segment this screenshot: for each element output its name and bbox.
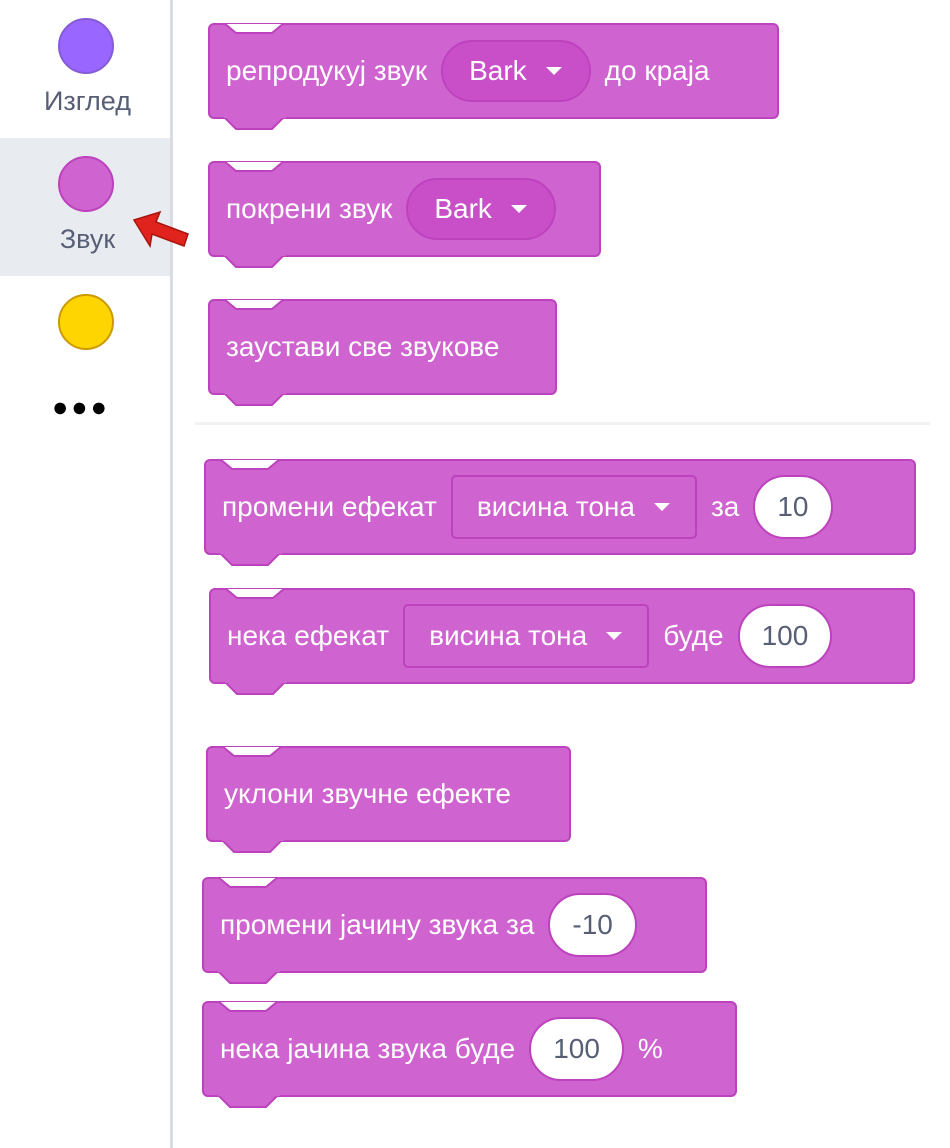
palette-divider [195, 422, 930, 425]
stop-all-sounds-block[interactable]: заустави све звукове [208, 299, 557, 406]
block-notch-bottom [224, 391, 287, 406]
block-text: промени ефекат [222, 491, 437, 522]
block-notch-top [218, 1001, 280, 1012]
block-text: до краја [604, 55, 710, 86]
looks-color-dot-icon [58, 18, 114, 74]
dropdown-caret-icon [606, 632, 623, 640]
block-text: буде [663, 620, 724, 651]
red-pointer-arrow-icon [132, 210, 189, 249]
more-categories-icon[interactable]: ●●● [52, 392, 110, 423]
block-notch-bottom [218, 969, 281, 984]
category-looks-label: Изглед [44, 86, 131, 116]
block-text: нека јачина звука буде [220, 1033, 516, 1064]
block-text: промени јачину звука за [220, 909, 535, 940]
block-notch-bottom [224, 115, 287, 130]
block-text: заустави све звукове [226, 331, 500, 362]
block-text: репродукуј звук [226, 55, 428, 86]
percent-sign: % [637, 1033, 663, 1064]
block-notch-top [218, 877, 280, 888]
category-sidebar: Изглед Звук ●●● [0, 0, 173, 1148]
effect-dropdown[interactable]: висина тона [450, 475, 697, 539]
block-notch-bottom [220, 551, 283, 566]
block-notch-top [224, 299, 286, 310]
block-notch-top [225, 588, 287, 599]
dropdown-caret-icon [545, 67, 562, 75]
set-volume-block[interactable]: нека јачина звука буде 100 % [202, 1001, 737, 1108]
dropdown-caret-icon [510, 205, 527, 213]
effect-dropdown-value: висина тона [429, 620, 588, 651]
change-effect-block[interactable]: промени ефекат висина тона за 10 [204, 459, 916, 566]
block-notch-top [222, 746, 284, 757]
block-text: нека ефекат [227, 620, 390, 651]
effect-dropdown-value: висина тона [476, 491, 635, 522]
block-text: покрени звук [226, 193, 393, 224]
block-text: за [710, 491, 740, 522]
play-sound-until-done-block[interactable]: репродукуј звук Bark до краја [208, 23, 779, 130]
block-notch-top [224, 161, 286, 172]
sound-dropdown[interactable]: Bark [406, 178, 556, 240]
effect-set-input[interactable]: 100 [737, 604, 833, 668]
clear-sound-effects-block[interactable]: уклони звучне ефекте [206, 746, 571, 853]
block-text: уклони звучне ефекте [224, 778, 511, 809]
change-volume-block[interactable]: промени јачину звука за -10 [202, 877, 707, 984]
volume-change-input[interactable]: -10 [548, 893, 637, 957]
set-effect-block[interactable]: нека ефекат висина тона буде 100 [209, 588, 915, 695]
volume-set-input[interactable]: 100 [529, 1017, 624, 1081]
block-notch-top [220, 459, 282, 470]
block-notch-bottom [224, 253, 287, 268]
block-notch-top [224, 23, 286, 34]
block-notch-bottom [222, 838, 285, 853]
block-notch-bottom [218, 1093, 281, 1108]
category-sound[interactable]: Звук [0, 138, 170, 276]
sound-dropdown-value: Bark [434, 193, 492, 224]
block-notch-bottom [225, 680, 288, 695]
sound-color-dot-icon [58, 156, 114, 212]
sound-dropdown-value: Bark [469, 55, 527, 86]
effect-change-input[interactable]: 10 [753, 475, 833, 539]
sound-dropdown[interactable]: Bark [441, 40, 591, 102]
start-sound-block[interactable]: покрени звук Bark [208, 161, 601, 268]
dropdown-caret-icon [653, 503, 670, 511]
events-color-dot-icon [58, 294, 114, 350]
category-looks[interactable]: Изглед [0, 0, 170, 138]
effect-dropdown[interactable]: висина тона [403, 604, 650, 668]
